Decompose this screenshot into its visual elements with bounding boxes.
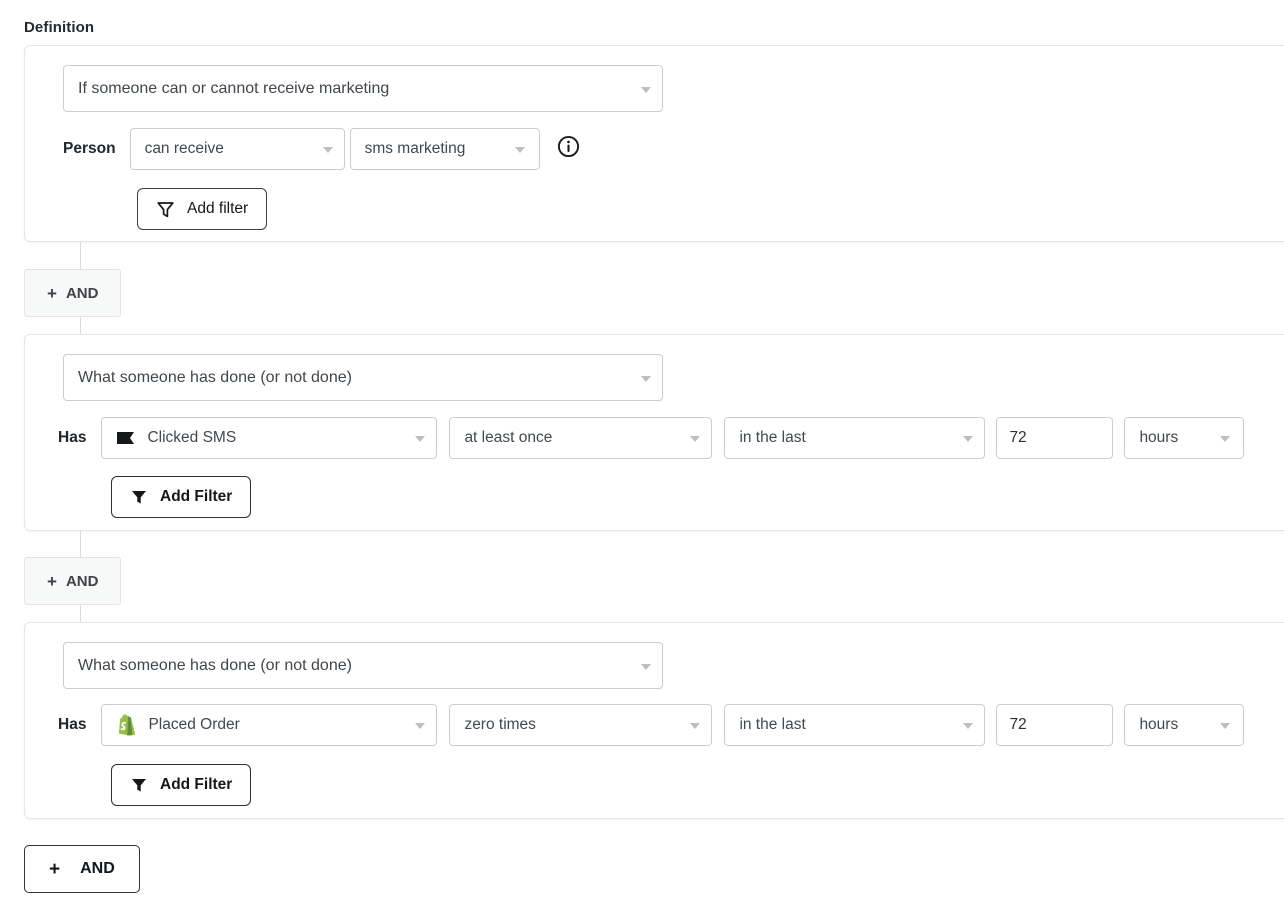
- chevron-down-icon: [415, 436, 426, 442]
- duration-unit-label: hours: [1139, 429, 1179, 446]
- duration-unit-select[interactable]: hours: [1124, 417, 1245, 459]
- add-and-condition-chip-2[interactable]: + AND: [24, 557, 122, 605]
- page-title: Definition: [24, 19, 95, 36]
- frequency-select[interactable]: zero times: [449, 704, 713, 746]
- consent-channel-label: sms marketing: [364, 140, 466, 157]
- add-filter-button[interactable]: Add filter: [137, 188, 268, 230]
- consent-operator-select[interactable]: can receive: [129, 128, 345, 170]
- duration-unit-select[interactable]: hours: [1124, 704, 1245, 746]
- chevron-down-icon: [963, 723, 974, 729]
- plus-icon: +: [47, 283, 57, 303]
- condition-type-label: If someone can or cannot receive marketi…: [78, 79, 390, 97]
- condition-card-clicked-sms: What someone has done (or not done) Has …: [24, 334, 1284, 531]
- funnel-solid-icon: [130, 776, 148, 794]
- add-filter-button[interactable]: Add Filter: [111, 476, 252, 518]
- funnel-outline-icon: [156, 200, 175, 219]
- metric-label: Clicked SMS: [147, 429, 237, 446]
- metric-select[interactable]: Placed Order: [101, 704, 438, 746]
- timeframe-select[interactable]: in the last: [724, 704, 986, 746]
- condition-card-placed-order: What someone has done (or not done) Has …: [24, 622, 1284, 819]
- row-label-has: Has: [58, 429, 87, 446]
- metric-select[interactable]: Clicked SMS: [101, 417, 438, 459]
- chevron-down-icon: [963, 436, 974, 442]
- duration-unit-label: hours: [1139, 716, 1179, 733]
- shopify-icon: [116, 713, 137, 737]
- condition-type-select[interactable]: What someone has done (or not done): [63, 642, 663, 689]
- frequency-select[interactable]: at least once: [449, 417, 713, 459]
- add-filter-label: Add filter: [187, 200, 249, 217]
- sms-flag-icon: [116, 430, 136, 446]
- duration-value: 72: [1009, 716, 1027, 733]
- condition-type-select[interactable]: What someone has done (or not done): [63, 354, 663, 401]
- chevron-down-icon: [690, 436, 701, 442]
- consent-operator-label: can receive: [144, 140, 224, 157]
- add-filter-label: Add Filter: [160, 776, 233, 793]
- duration-value: 72: [1009, 429, 1027, 446]
- condition-type-select[interactable]: If someone can or cannot receive marketi…: [63, 65, 663, 112]
- timeframe-select[interactable]: in the last: [724, 417, 986, 459]
- chevron-down-icon: [641, 663, 651, 670]
- chevron-down-icon: [1220, 436, 1231, 442]
- duration-input[interactable]: 72: [996, 704, 1114, 746]
- chevron-down-icon: [415, 723, 426, 729]
- timeframe-label: in the last: [739, 429, 806, 446]
- add-filter-label: Add Filter: [160, 488, 233, 505]
- row-label-has: Has: [58, 716, 87, 733]
- condition-type-label: What someone has done (or not done): [78, 368, 352, 386]
- metric-label: Placed Order: [148, 716, 240, 733]
- plus-icon: +: [47, 571, 57, 591]
- add-filter-button[interactable]: Add Filter: [111, 764, 252, 806]
- frequency-label: at least once: [464, 429, 553, 446]
- funnel-solid-icon: [130, 488, 148, 506]
- chevron-down-icon: [690, 723, 701, 729]
- and-chip-label: AND: [65, 572, 99, 590]
- and-button-label: AND: [80, 860, 115, 877]
- chevron-down-icon: [641, 375, 651, 382]
- chevron-down-icon: [514, 147, 525, 153]
- condition-type-label: What someone has done (or not done): [78, 656, 352, 674]
- timeframe-label: in the last: [739, 716, 806, 733]
- chevron-down-icon: [322, 147, 333, 153]
- and-chip-label: AND: [65, 284, 99, 302]
- add-and-condition-chip-1[interactable]: + AND: [24, 269, 122, 317]
- chevron-down-icon: [1220, 723, 1231, 729]
- row-label-person: Person: [63, 140, 116, 157]
- consent-channel-select[interactable]: sms marketing: [349, 128, 540, 170]
- plus-icon: +: [49, 858, 61, 880]
- condition-card-can-receive-marketing: If someone can or cannot receive marketi…: [24, 45, 1284, 242]
- chevron-down-icon: [641, 86, 651, 93]
- frequency-label: zero times: [464, 716, 536, 733]
- duration-input[interactable]: 72: [996, 417, 1114, 459]
- info-icon[interactable]: [557, 135, 580, 163]
- add-and-condition-button[interactable]: + AND: [24, 845, 140, 893]
- segment-definition-builder: Definition If someone can or cannot rece…: [0, 0, 1284, 916]
